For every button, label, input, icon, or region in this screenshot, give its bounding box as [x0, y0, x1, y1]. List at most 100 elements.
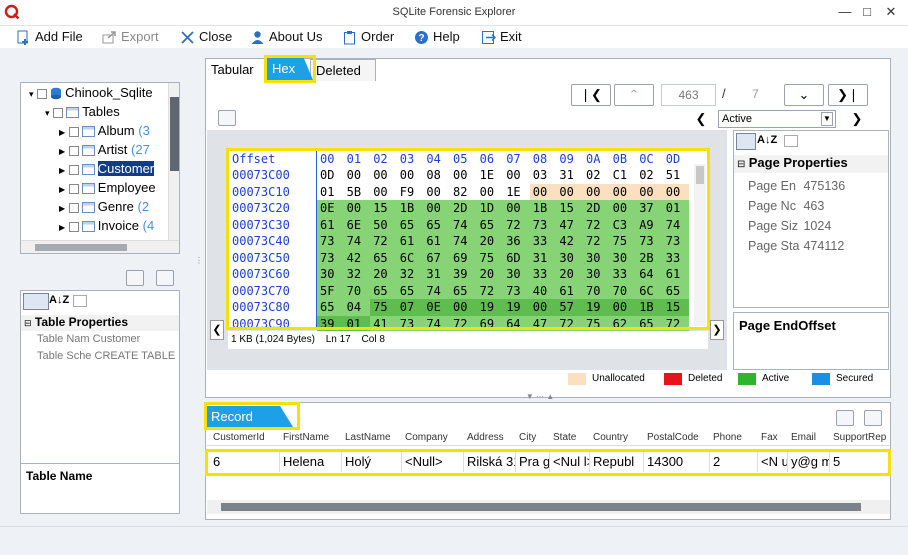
page-categorized-icon[interactable] — [736, 133, 756, 150]
tree-vertical-scrollbar[interactable] — [168, 83, 179, 240]
tree-checkbox[interactable] — [68, 221, 79, 232]
tree-item-count: (3 — [138, 123, 150, 138]
left-props-toolbar — [20, 268, 180, 290]
next-page-button[interactable]: ⌄ — [784, 84, 824, 106]
export-button[interactable]: Export — [102, 28, 159, 46]
record-column-header[interactable]: FirstName — [283, 432, 329, 443]
categorized-view-icon[interactable] — [23, 293, 49, 310]
tree-hscroll-thumb[interactable] — [35, 244, 127, 251]
maximize-icon[interactable]: □ — [856, 2, 878, 22]
clipboard-icon — [344, 30, 355, 44]
tab-record[interactable]: Record — [207, 406, 293, 427]
page-props-heading-row: ⊟ Page Properties — [734, 155, 888, 173]
tree-checkbox[interactable] — [68, 126, 79, 137]
exit-icon — [482, 30, 496, 44]
record-column-header[interactable]: Email — [791, 432, 816, 443]
record-scroll-thumb[interactable] — [221, 503, 861, 511]
last-page-button[interactable]: ❯❘ — [828, 84, 868, 106]
tree-checkbox[interactable] — [68, 202, 79, 213]
tree-item-customer[interactable]: ▶ Customer — [59, 159, 155, 178]
status-next-icon[interactable]: ❯ — [846, 110, 868, 128]
record-column-header[interactable]: Country — [593, 432, 628, 443]
tree-item-label: Invoice — [97, 218, 139, 233]
hex-export-icon[interactable] — [218, 110, 236, 126]
table-icon — [81, 202, 95, 214]
tree-horizontal-scrollbar[interactable] — [21, 240, 179, 253]
order-button[interactable]: Order — [342, 28, 394, 46]
tree-item-count: (4 — [142, 218, 155, 233]
tree-item-artist[interactable]: ▶ Artist (27 — [59, 140, 150, 159]
sort-az-icon[interactable]: A↓Z — [49, 294, 69, 306]
record-column-header[interactable]: LastName — [345, 432, 391, 443]
help-button[interactable]: ? Help — [414, 28, 460, 46]
hex-size: 1 KB (1,024 Bytes) — [231, 334, 315, 345]
record-column-header[interactable]: Phone — [713, 432, 742, 443]
record-export-icon[interactable] — [836, 410, 854, 426]
export-props-icon[interactable] — [126, 270, 144, 286]
horizontal-splitter-grip[interactable]: ▼ ⋯ ▲ — [520, 392, 560, 401]
record-column-header[interactable]: State — [553, 432, 576, 443]
chevron-down-icon[interactable]: ▼ — [821, 112, 833, 126]
print-props-icon[interactable] — [156, 270, 174, 286]
prop-key: Table Sche — [37, 350, 92, 362]
legend-label: Deleted — [688, 373, 723, 384]
tree-tables-node[interactable]: ▾ Tables — [45, 102, 120, 121]
add-file-button[interactable]: Add File — [16, 28, 83, 46]
record-column-header[interactable]: PostalCode — [647, 432, 699, 443]
order-label: Order — [361, 29, 395, 44]
first-page-button[interactable]: ❘❮ — [571, 84, 611, 106]
table-icon — [81, 164, 95, 176]
page-property-pages-icon[interactable] — [784, 135, 798, 147]
table-props-heading: Table Properties — [34, 315, 129, 329]
tree-item-genre[interactable]: ▶ Genre (2 — [59, 197, 149, 216]
record-horizontal-scrollbar[interactable] — [207, 500, 890, 514]
legend-swatch — [664, 373, 682, 385]
record-column-header[interactable]: City — [519, 432, 536, 443]
db-name: Chinook_Sqlite — [65, 85, 153, 100]
vertical-splitter-grip[interactable]: ⋮ — [195, 257, 203, 298]
tab-tabular[interactable]: Tabular — [206, 59, 259, 81]
record-column-header[interactable]: Company — [405, 432, 448, 443]
help-label: Help — [433, 29, 460, 44]
tree-checkbox[interactable] — [68, 164, 79, 175]
about-us-button[interactable]: About Us — [250, 28, 322, 46]
export-label: Export — [121, 29, 159, 44]
hex-scroll-right-icon[interactable]: ❯ — [710, 320, 724, 340]
prev-page-button[interactable]: ⌃ — [614, 84, 654, 106]
minimize-icon[interactable]: — — [834, 2, 856, 22]
tree-item-invoice[interactable]: ▶ Invoice (4 — [59, 216, 154, 235]
close-button[interactable]: Close — [180, 28, 232, 46]
title-bar: SQLite Forensic Explorer — □ ✕ — [0, 0, 908, 26]
hex-scroll-left-icon[interactable]: ❮ — [210, 320, 224, 340]
record-column-header[interactable]: SupportRep — [833, 432, 886, 443]
record-column-header[interactable]: Address — [467, 432, 504, 443]
record-print-icon[interactable] — [864, 410, 882, 426]
hex-tab-highlight: Hex — [264, 55, 316, 83]
property-pages-icon[interactable] — [73, 295, 87, 307]
status-select-value: Active — [722, 113, 752, 125]
exit-button[interactable]: Exit — [481, 28, 522, 46]
tree-item-album[interactable]: ▶ Album (3 — [59, 121, 150, 140]
status-select[interactable]: Active ▼ — [718, 110, 836, 128]
tab-deleted[interactable]: Deleted — [310, 59, 376, 81]
close-window-icon[interactable]: ✕ — [880, 2, 902, 22]
tree-item-employee[interactable]: ▶ Employee — [59, 178, 156, 197]
tree-root[interactable]: ▾ Chinook_Sqlite — [29, 83, 153, 102]
status-bar — [0, 526, 908, 555]
page-number-input[interactable]: 463 — [661, 84, 716, 106]
status-prev-icon[interactable]: ❮ — [690, 110, 712, 128]
record-column-header[interactable]: CustomerId — [213, 432, 265, 443]
hex-line: Ln 17 — [325, 334, 351, 345]
legend-label: Unallocated — [592, 373, 645, 384]
tab-hex[interactable]: Hex — [267, 58, 313, 80]
record-column-header[interactable]: Fax — [761, 432, 778, 443]
add-file-icon — [17, 30, 28, 45]
page-sort-az-icon[interactable]: A↓Z — [757, 134, 777, 146]
tree-checkbox[interactable] — [37, 88, 48, 99]
tree-checkbox[interactable] — [68, 183, 79, 194]
tree-checkbox[interactable] — [53, 107, 64, 118]
table-props-heading-row: ⊟ Table Properties — [21, 315, 179, 331]
svg-text:?: ? — [418, 33, 424, 44]
tree-checkbox[interactable] — [68, 145, 79, 156]
tree-scroll-thumb[interactable] — [170, 97, 179, 171]
